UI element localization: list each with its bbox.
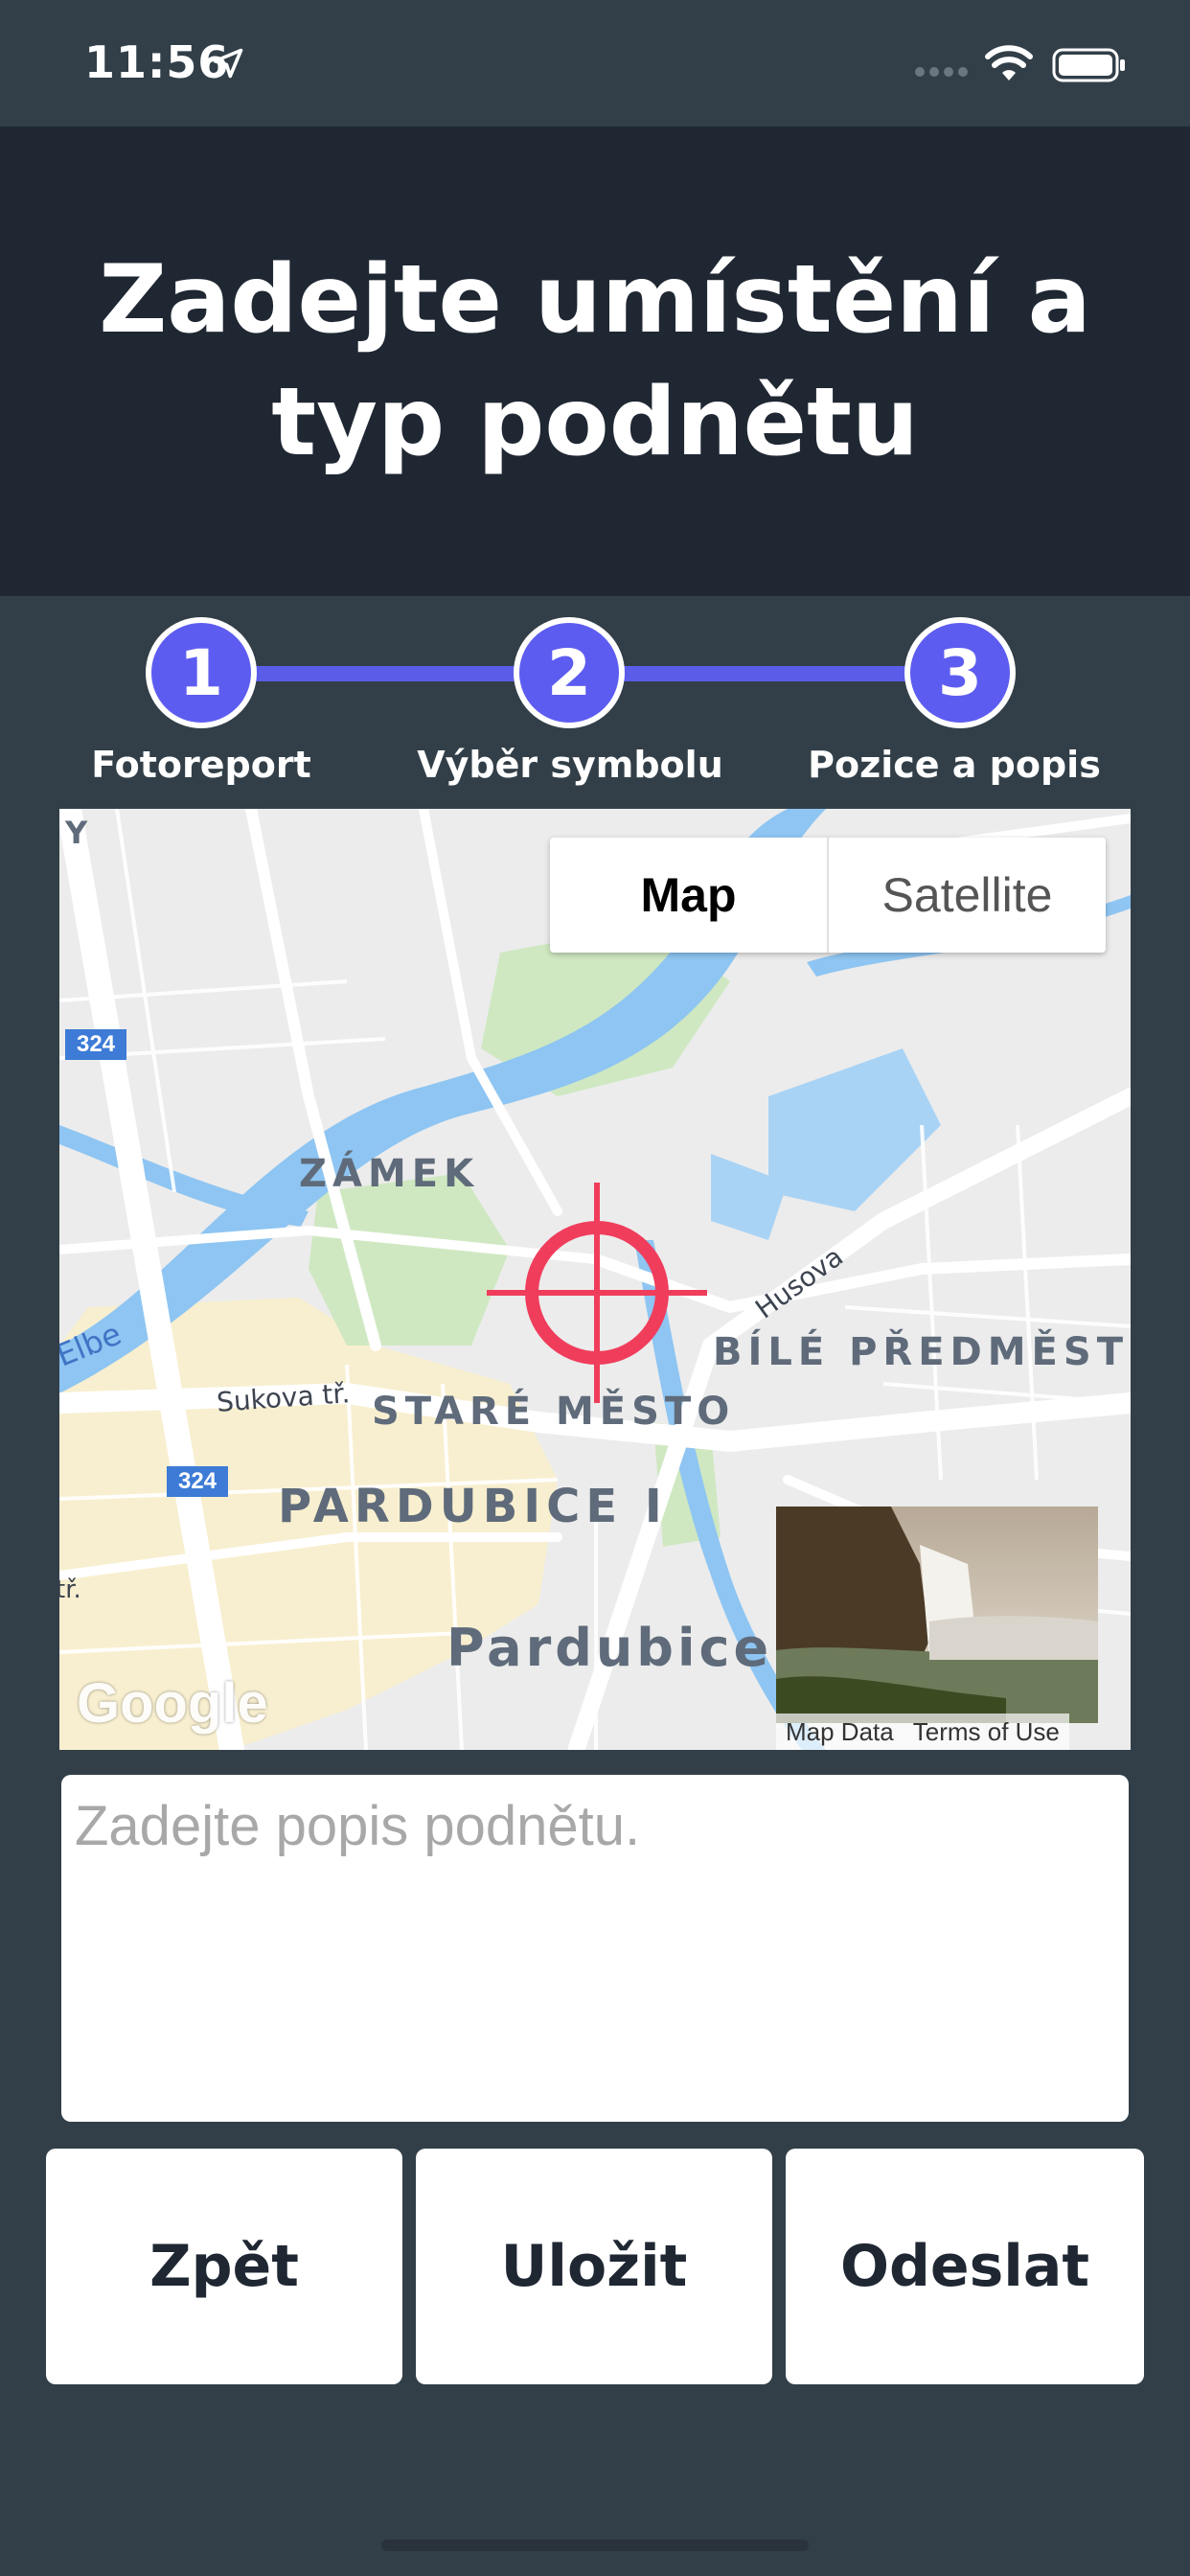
step-3-circle[interactable]: 3	[904, 617, 1016, 728]
map-label-bile-predmesti: BÍLÉ PŘEDMĚSTÍ	[713, 1330, 1131, 1374]
map-type-satellite-button[interactable]: Satellite	[829, 838, 1106, 953]
map-footer: Map Data Terms of Use	[776, 1714, 1131, 1750]
map-label-y: Y	[65, 815, 88, 851]
status-time: 11:56	[84, 36, 230, 88]
crosshair-icon	[487, 1183, 707, 1403]
step-3-label: Pozice a popis	[808, 744, 1101, 786]
step-1-label: Fotoreport	[91, 744, 311, 786]
step-1-circle[interactable]: 1	[146, 617, 257, 728]
home-indicator	[381, 2540, 809, 2551]
map-type-map-button[interactable]: Map	[550, 838, 829, 953]
cellular-signal-icon	[915, 67, 968, 77]
google-logo: Google	[77, 1672, 268, 1735]
battery-icon	[1052, 48, 1125, 82]
back-button[interactable]: Zpět	[46, 2149, 402, 2384]
route-badge-324: 324	[65, 1029, 126, 1060]
map-label-zamek: ZÁMEK	[299, 1152, 480, 1196]
description-input[interactable]	[61, 1775, 1129, 2122]
wifi-icon	[985, 45, 1033, 80]
street-view-thumbnail[interactable]	[776, 1506, 1098, 1723]
map-label-pardubice: Pardubice	[446, 1618, 773, 1678]
map-label-tr: tř.	[59, 1576, 81, 1604]
route-badge-324: 324	[167, 1466, 228, 1497]
map-view[interactable]: 324 324 Y ZÁMEK BÍLÉ PŘEDMĚSTÍ STARÉ MĚS…	[59, 809, 1131, 1750]
step-2-label: Výběr symbolu	[417, 744, 723, 786]
send-button[interactable]: Odeslat	[786, 2149, 1144, 2384]
step-2-circle[interactable]: 2	[514, 617, 625, 728]
save-button[interactable]: Uložit	[416, 2149, 772, 2384]
map-data-link[interactable]: Map Data	[776, 1714, 904, 1750]
location-arrow-icon	[213, 48, 243, 79]
page-title: Zadejte umístění a typ podnětu	[99, 245, 1091, 477]
map-label-pardubice-i: PARDUBICE I	[278, 1480, 668, 1533]
status-bar: 11:56	[0, 0, 1190, 126]
terms-of-use-link[interactable]: Terms of Use	[903, 1714, 1069, 1750]
map-type-toggle[interactable]: Map Satellite	[550, 838, 1106, 953]
